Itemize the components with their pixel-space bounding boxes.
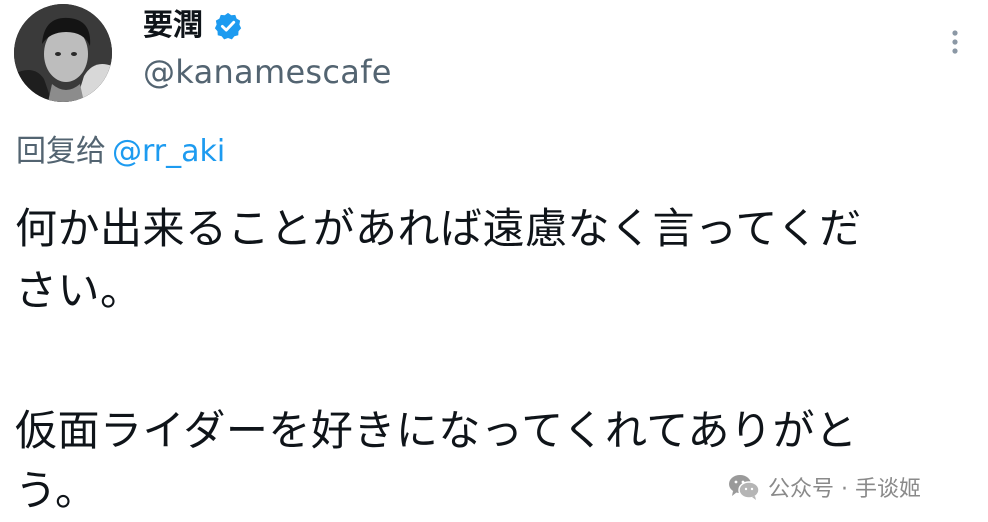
author-display-name[interactable]: 要潤 — [143, 6, 203, 46]
avatar[interactable] — [14, 4, 112, 102]
reply-context: 回复给 @rr_aki — [16, 130, 225, 174]
reply-mention-link[interactable]: @rr_aki — [112, 134, 225, 169]
verified-badge-icon — [213, 11, 243, 41]
watermark: 公众号 · 手谈姬 — [728, 470, 921, 504]
more-vertical-icon — [952, 30, 958, 54]
watermark-text: 公众号 · 手谈姬 — [768, 477, 921, 502]
tweet-text-line: さい。 — [15, 266, 143, 315]
tweet-text-line: う。 — [15, 466, 98, 515]
author-handle[interactable]: @kanamescafe — [143, 50, 392, 94]
wechat-icon — [728, 473, 760, 501]
tweet-text-line: 仮面ライダーを好きになってくれてありがと — [15, 406, 858, 455]
more-options-button[interactable] — [940, 22, 970, 62]
author-name-row: 要潤 — [143, 6, 243, 46]
reply-prefix: 回复给 — [16, 134, 106, 169]
tweet-text-line: 何か出来ることがあれば遠慮なく言ってくだ — [15, 204, 862, 253]
